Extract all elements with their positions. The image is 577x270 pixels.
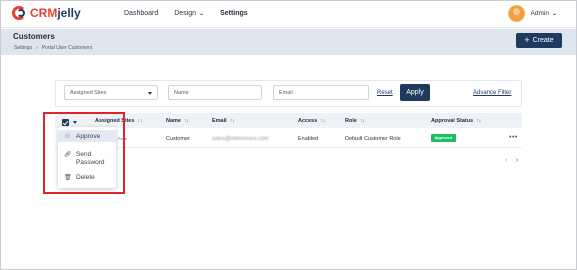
cell-name: Customer — [166, 136, 190, 142]
more-options-icon[interactable]: ••• — [509, 134, 518, 141]
column-email[interactable]: Email ↑↓ — [212, 118, 235, 124]
page-title: Customers — [13, 32, 55, 41]
logo-wordmark: CRMjelly — [30, 6, 81, 20]
sort-icon[interactable]: ↑↓ — [360, 118, 365, 124]
chevron-down-icon: ⌄ — [198, 11, 206, 17]
email-filter-input[interactable]: Email — [273, 85, 369, 100]
pagination-prev-icon[interactable]: ‹ — [505, 157, 507, 164]
plus-icon: + — [524, 35, 530, 45]
pagination-next-icon[interactable]: › — [516, 157, 518, 164]
assigned-sites-select[interactable]: Assigned Sites — [64, 85, 158, 100]
breadcrumb-separator-icon: › — [36, 45, 38, 51]
column-approval-status[interactable]: Approval Status ↑↓ — [431, 118, 481, 124]
caret-down-icon — [148, 92, 152, 95]
breadcrumb: Settings › Portal User Customers — [14, 45, 92, 51]
advance-filter-link[interactable]: Advance Filter — [473, 90, 511, 96]
user-menu[interactable]: Admin ⌄ — [507, 5, 559, 22]
cell-access: Enabled — [298, 136, 319, 142]
sort-icon[interactable]: ↑↓ — [184, 118, 189, 124]
name-filter-input[interactable]: Name — [168, 85, 262, 100]
table-row[interactable] — [55, 147, 522, 148]
nav-dashboard[interactable]: Dashboard — [124, 10, 158, 17]
apply-button[interactable]: Apply — [400, 84, 430, 101]
annotation-highlight-box — [43, 112, 125, 194]
page-header — [1, 29, 576, 55]
sort-icon[interactable]: ↑↓ — [320, 118, 325, 124]
crmjetty-logo-icon — [12, 5, 28, 21]
crmjetty-logo[interactable]: CRMjelly — [12, 5, 81, 21]
user-name: Admin — [530, 10, 549, 17]
sort-icon[interactable]: ↑↓ — [230, 118, 235, 124]
cell-email: sales@ebtechnics.com — [212, 136, 269, 142]
main-nav: Dashboard Design ⌄ Settings — [124, 10, 264, 17]
sort-icon[interactable]: ↑↓ — [476, 118, 481, 124]
create-button[interactable]: + Create — [516, 33, 562, 48]
breadcrumb-current: Portal User Customers — [41, 45, 93, 51]
nav-settings[interactable]: Settings — [220, 10, 248, 17]
reset-link[interactable]: Reset — [377, 90, 393, 96]
nav-design[interactable]: Design ⌄ — [174, 10, 206, 17]
avatar[interactable] — [507, 5, 525, 22]
top-navbar — [1, 1, 576, 28]
breadcrumb-settings[interactable]: Settings — [14, 45, 32, 51]
cell-role: Default Customer Role — [345, 136, 401, 142]
status-badge: Approved — [431, 134, 456, 142]
chevron-down-icon: ⌄ — [550, 11, 559, 17]
column-access[interactable]: Access ↑↓ — [298, 118, 325, 124]
column-name[interactable]: Name ↑↓ — [166, 118, 189, 124]
sort-icon[interactable]: ↑↓ — [137, 118, 142, 124]
column-role[interactable]: Role ↑↓ — [345, 118, 365, 124]
